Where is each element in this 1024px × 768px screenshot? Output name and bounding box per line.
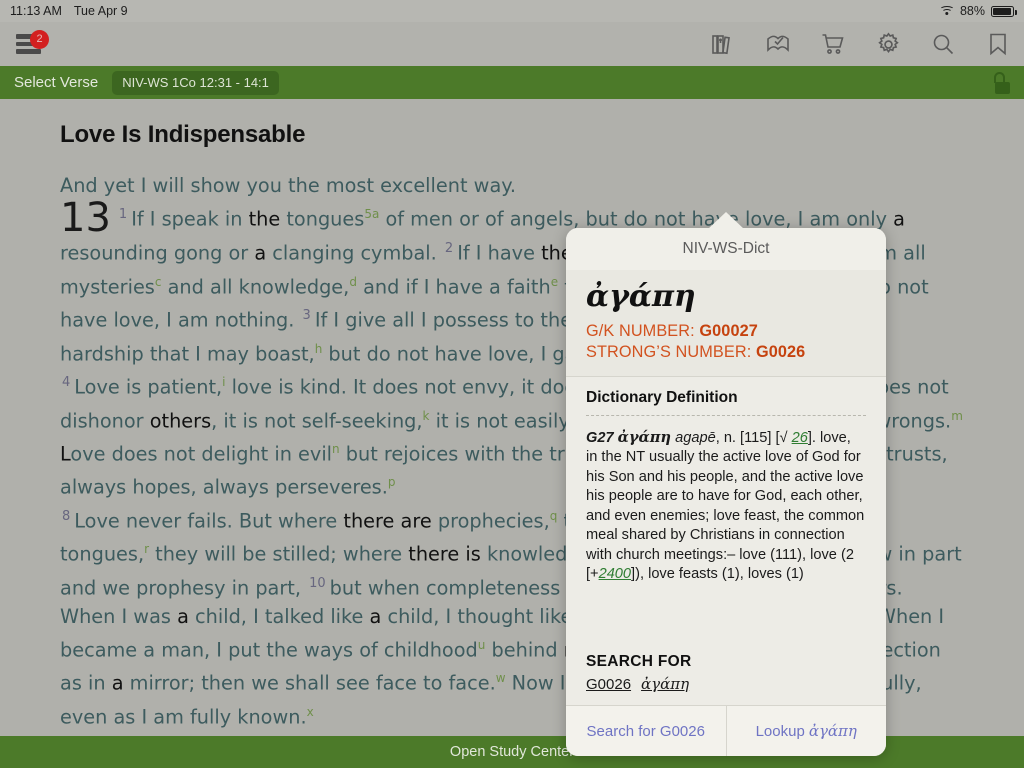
popup-pointer-arrow	[708, 212, 744, 229]
dictionary-popup: NIV-WS-Dict ἀγάπη G/K NUMBER: G00027 STR…	[566, 228, 886, 756]
library-icon[interactable]	[709, 30, 737, 58]
definition-greek: ἀγάπη	[617, 428, 672, 446]
definition-root-prefix: [√	[775, 429, 788, 446]
gk-number-line: G/K NUMBER: G00027	[586, 322, 866, 341]
footnote-marker[interactable]: c	[155, 275, 162, 289]
select-verse-label: Select Verse	[14, 74, 99, 91]
footnote-marker[interactable]: e	[551, 275, 558, 289]
lookup-label: Lookup	[755, 722, 805, 740]
lookup-agape-button[interactable]: Lookup ἀγάπη	[725, 706, 887, 756]
verse-number: 1	[118, 207, 128, 222]
battery-icon	[991, 5, 1017, 17]
footnote-marker[interactable]: n	[332, 442, 340, 456]
verse-number: 8	[62, 508, 71, 524]
battery-percent-label: 88%	[959, 4, 985, 18]
definition-heading: Dictionary Definition	[586, 388, 738, 406]
reading-plan-icon[interactable]	[764, 30, 792, 58]
footnote-marker[interactable]: w	[496, 671, 506, 685]
toolbar-icon-group	[709, 30, 1012, 58]
status-time: 11:13 AM	[10, 4, 62, 18]
definition-divider	[586, 414, 866, 416]
greek-headword: ἀγάπη	[586, 279, 696, 314]
hamburger-menu-icon[interactable]: 2	[14, 30, 49, 58]
popup-action-bar: Search for G0026 Lookup ἀγάπη	[566, 705, 886, 756]
verse-number: 4	[62, 375, 71, 391]
chapter-number: 13	[60, 195, 111, 242]
intro-text: And yet I will show you the most excelle…	[60, 174, 517, 197]
definition-count: [115]	[740, 429, 772, 446]
search-icon[interactable]	[929, 30, 957, 58]
verse-number: 3	[302, 308, 311, 324]
verse-number: 2	[444, 241, 454, 257]
lookup-greek-word: ἀγάπη	[808, 722, 857, 740]
system-status-bar: 11:13 AM Tue Apr 9 88%	[0, 0, 1024, 22]
strongs-number-label: STRONG’S NUMBER:	[586, 342, 752, 361]
wifi-icon	[939, 5, 955, 17]
popup-definition-section: Dictionary Definition G27 ἀγάπη agapē, n…	[566, 376, 886, 631]
store-cart-icon[interactable]	[819, 30, 847, 58]
definition-pos: n.	[723, 429, 736, 446]
popup-headword-section: ἀγάπη G/K NUMBER: G00027 STRONG’S NUMBER…	[566, 270, 886, 377]
search-for-section: SEARCH FOR G0026 ἀγάπη	[566, 631, 886, 705]
status-bar-right: 88%	[939, 4, 1017, 18]
status-bar-left: 11:13 AM Tue Apr 9	[10, 4, 128, 18]
app-toolbar: 2	[0, 22, 1024, 66]
app-root: 11:13 AM Tue Apr 9 88% 2 Select Verse NI…	[0, 0, 1024, 768]
verse-reference-chip[interactable]: NIV-WS 1Co 12:31 - 14:1	[112, 70, 279, 95]
footnote-marker[interactable]: h	[315, 342, 323, 356]
search-greek-link[interactable]: ἀγάπη	[641, 675, 689, 693]
gk-number-label: G/K NUMBER:	[586, 321, 695, 340]
footnote-marker[interactable]: m	[951, 409, 963, 423]
status-date: Tue Apr 9	[73, 4, 128, 18]
search-for-line: G0026 ἀγάπη	[586, 675, 866, 693]
gk-number-value: G00027	[699, 321, 758, 340]
definition-body-end: ]), love feasts (1), loves (1)	[631, 566, 804, 582]
settings-gear-icon[interactable]	[874, 30, 902, 58]
definition-root-link[interactable]: 26	[792, 430, 808, 446]
footnote-marker[interactable]: u	[478, 638, 486, 652]
unlocked-padlock-icon[interactable]	[992, 71, 1012, 94]
bookmark-icon[interactable]	[984, 30, 1012, 58]
footnote-marker[interactable]: k	[423, 409, 430, 423]
footnote-marker[interactable]: 5a	[364, 207, 379, 221]
page-title: Love Is Indispensable	[60, 121, 306, 148]
strongs-number-value: G0026	[755, 342, 806, 361]
definition-inline-link[interactable]: 2400	[599, 566, 631, 582]
definition-root-suffix: ].	[807, 429, 816, 446]
footnote-marker[interactable]: d	[349, 275, 357, 289]
verse-number: 10	[309, 575, 326, 591]
popup-title: NIV-WS-Dict	[566, 228, 886, 270]
open-study-center-button[interactable]: Open Study Center	[450, 744, 574, 760]
footnote-marker[interactable]: r	[144, 542, 149, 556]
footnote-marker[interactable]: q	[550, 509, 558, 523]
strongs-number-line: STRONG’S NUMBER: G0026	[586, 343, 866, 362]
scripture-intro: And yet I will show you the most excelle…	[60, 171, 964, 200]
definition-strong-code: G27	[586, 429, 614, 446]
definition-body: love, in the NT usually the active love …	[586, 429, 865, 583]
select-verse-bar: Select Verse NIV-WS 1Co 12:31 - 14:1	[0, 66, 1024, 99]
footnote-marker[interactable]: p	[388, 475, 396, 489]
search-code-link[interactable]: G0026	[586, 676, 631, 693]
search-for-g0026-button[interactable]: Search for G0026	[566, 706, 726, 756]
definition-transliteration: agapē	[675, 429, 716, 446]
menu-notification-badge: 2	[30, 30, 49, 49]
definition-text: G27 ἀγάπη agapē, n. [115] [√ 26]. love, …	[586, 428, 865, 583]
footnote-marker[interactable]: i	[222, 375, 225, 389]
footnote-marker[interactable]: x	[307, 705, 314, 719]
search-for-heading: SEARCH FOR	[586, 653, 692, 670]
